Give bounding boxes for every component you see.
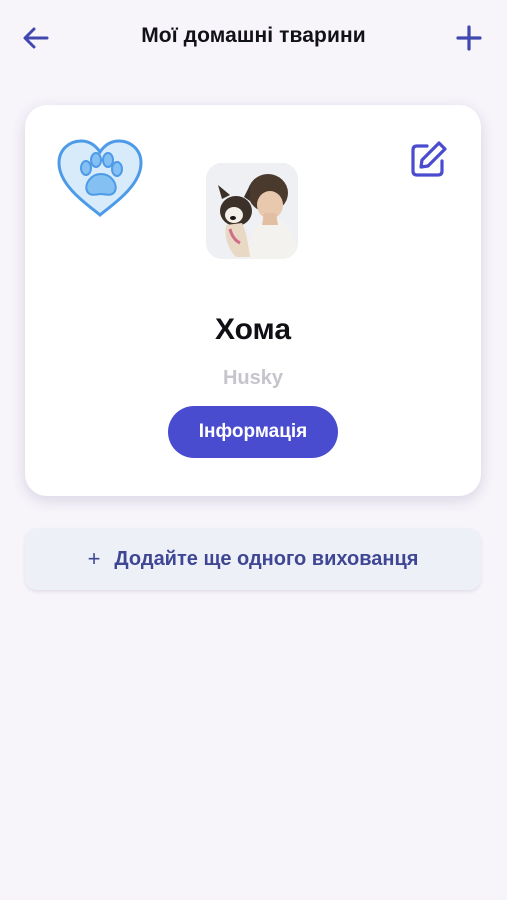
- plus-icon: [456, 25, 482, 51]
- edit-pencil-icon: [411, 141, 447, 177]
- heart-paw-icon: [55, 137, 145, 219]
- pet-name: Хома: [214, 313, 292, 346]
- add-another-pet-button[interactable]: + Додайте ще одного вихованця: [25, 528, 481, 590]
- app-header: Мої домашні тварини: [0, 0, 507, 78]
- add-pet-header-button[interactable]: [453, 22, 485, 54]
- pet-breed: Husky: [222, 367, 284, 389]
- info-button[interactable]: Інформація: [168, 406, 338, 458]
- add-pet-label: Додайте ще одного вихованця: [114, 547, 419, 570]
- edit-button[interactable]: [407, 137, 451, 181]
- plus-icon: +: [87, 546, 101, 571]
- pet-card: Хома Husky Інформація: [25, 105, 481, 496]
- page-title: Мої домашні тварини: [141, 24, 366, 47]
- pet-photo: [206, 163, 298, 259]
